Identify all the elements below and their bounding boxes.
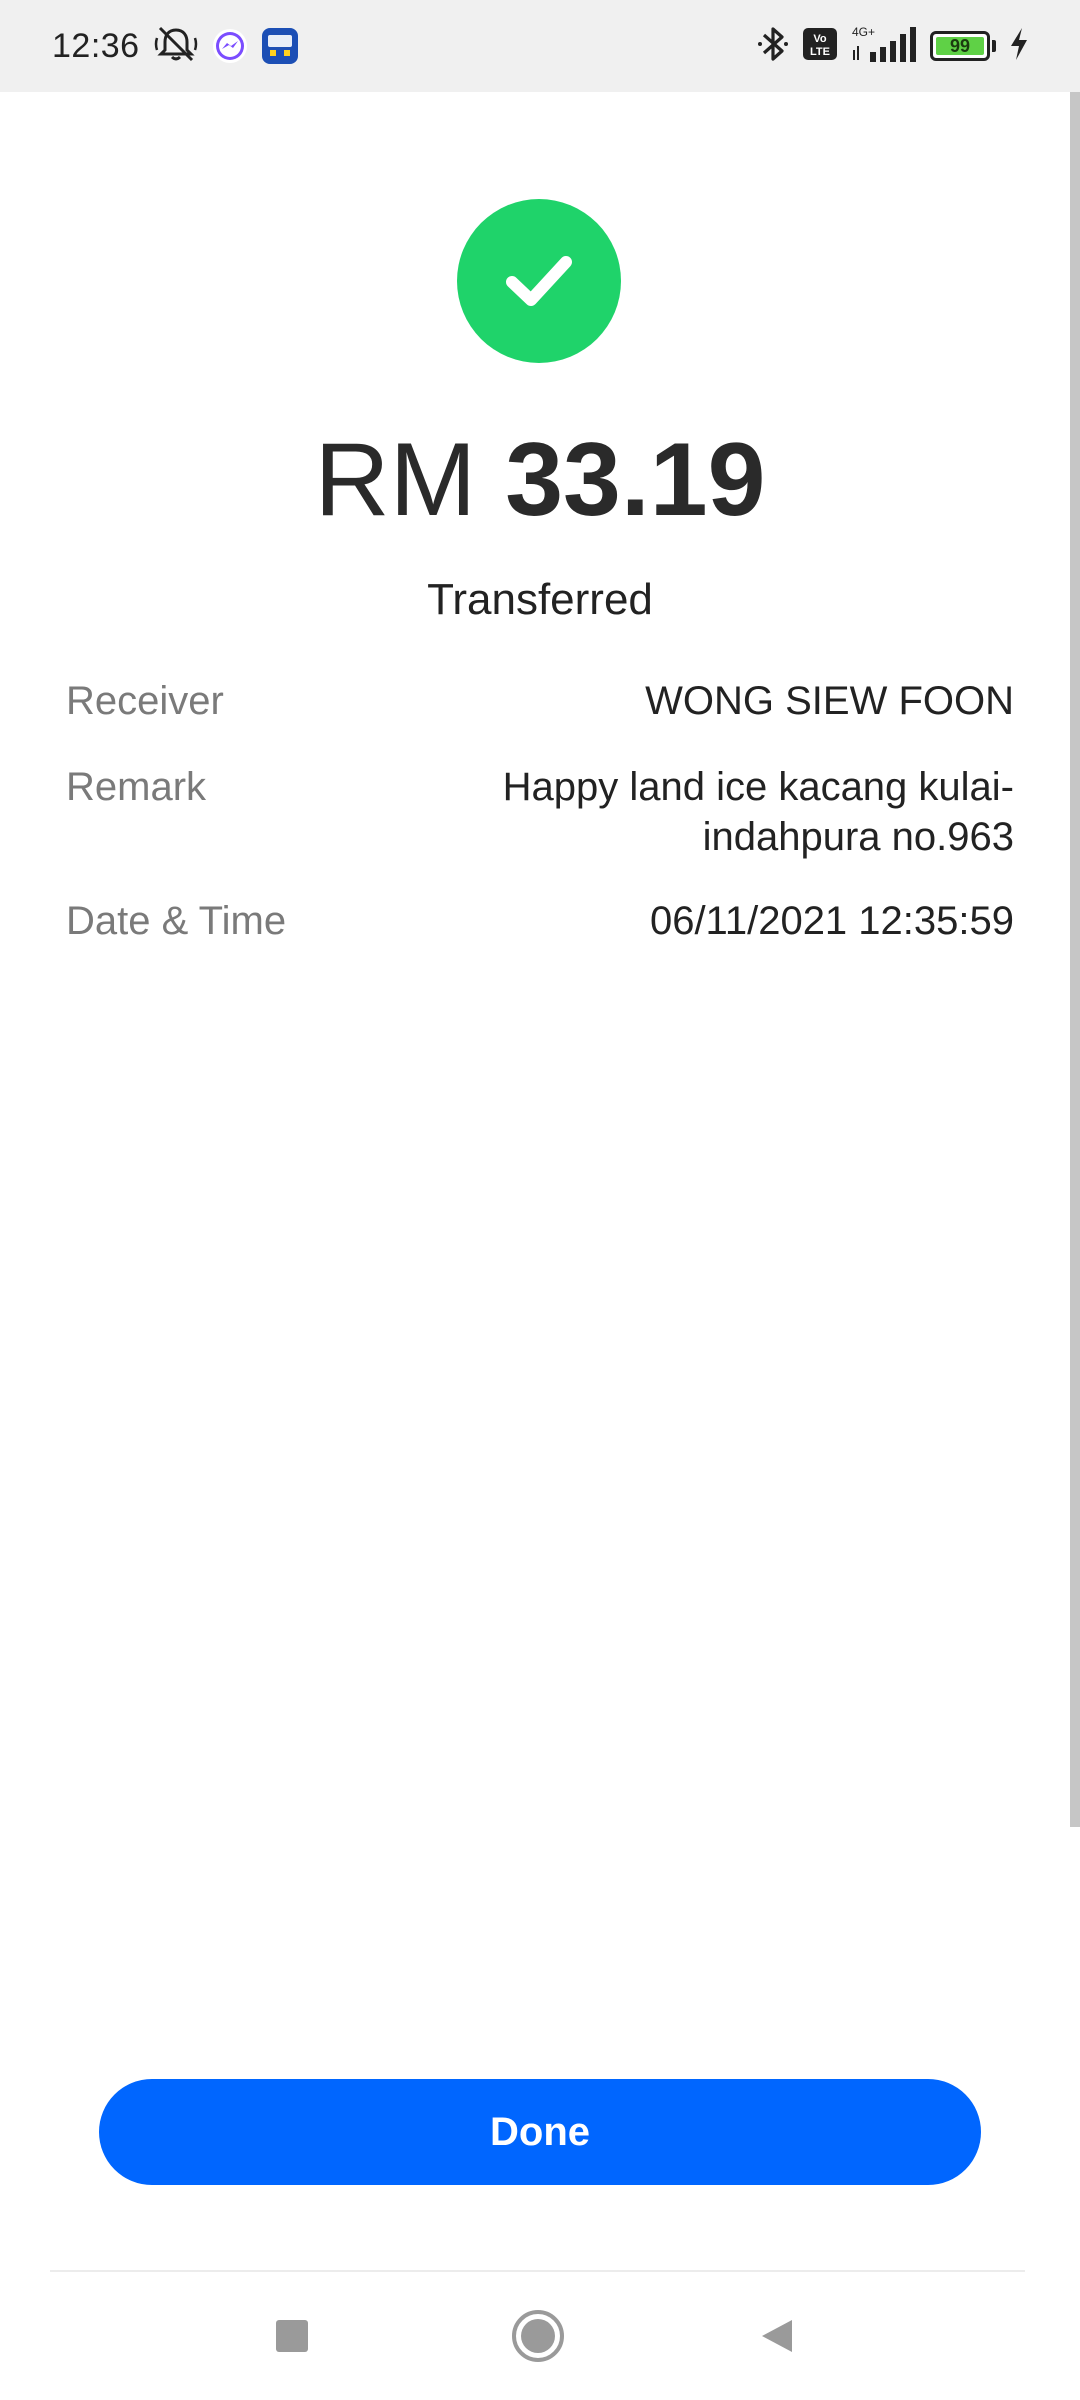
remark-label: Remark [66, 765, 207, 809]
detail-row-datetime: Date & Time 06/11/2021 12:35:59 [66, 896, 1014, 946]
mute-icon [154, 24, 198, 69]
bluetooth-icon [756, 24, 790, 69]
messenger-icon [212, 28, 248, 64]
charging-icon [1008, 26, 1030, 67]
app-badge-icon [261, 28, 298, 64]
signal-icon: 4G+ [850, 24, 918, 69]
status-bar-right: Vo LTE 4G+ 99 [756, 0, 1030, 92]
receiver-label: Receiver [66, 679, 224, 723]
amount-value: 33.19 [505, 422, 766, 538]
battery-level: 99 [936, 36, 984, 56]
amount-currency: RM [314, 422, 477, 538]
datetime-label: Date & Time [66, 899, 287, 943]
home-circle-icon [512, 2310, 564, 2362]
transfer-amount: RM 33.19 [0, 420, 1080, 540]
success-check-icon [457, 199, 621, 363]
recents-square-icon [276, 2320, 308, 2352]
home-button[interactable] [478, 2272, 598, 2400]
detail-row-receiver: Receiver WONG SIEW FOON [66, 676, 1014, 726]
back-button[interactable] [718, 2272, 838, 2400]
battery-cap [992, 40, 996, 52]
detail-row-remark: Remark Happy land ice kacang kulai-indah… [66, 762, 1014, 862]
volte-icon: Vo LTE [802, 27, 838, 66]
remark-value: Happy land ice kacang kulai-indahpura no… [502, 765, 1014, 859]
back-triangle-icon [762, 2320, 792, 2352]
svg-text:4G+: 4G+ [852, 25, 875, 39]
done-button[interactable]: Done [99, 2079, 981, 2185]
svg-text:LTE: LTE [810, 46, 830, 58]
status-time: 12:36 [52, 26, 140, 65]
scrollbar[interactable] [1070, 92, 1080, 1827]
svg-text:Vo: Vo [813, 33, 827, 45]
recents-button[interactable] [232, 2272, 352, 2400]
navigation-bar [0, 2272, 1080, 2400]
transfer-status: Transferred [427, 575, 653, 624]
status-bar-left: 12:36 [52, 0, 298, 92]
datetime-value: 06/11/2021 12:35:59 [649, 899, 1014, 943]
battery-icon: 99 [930, 31, 990, 61]
status-bar: 12:36 Vo LTE 4G+ 99 [0, 0, 1080, 92]
receiver-value: WONG SIEW FOON [645, 679, 1014, 723]
